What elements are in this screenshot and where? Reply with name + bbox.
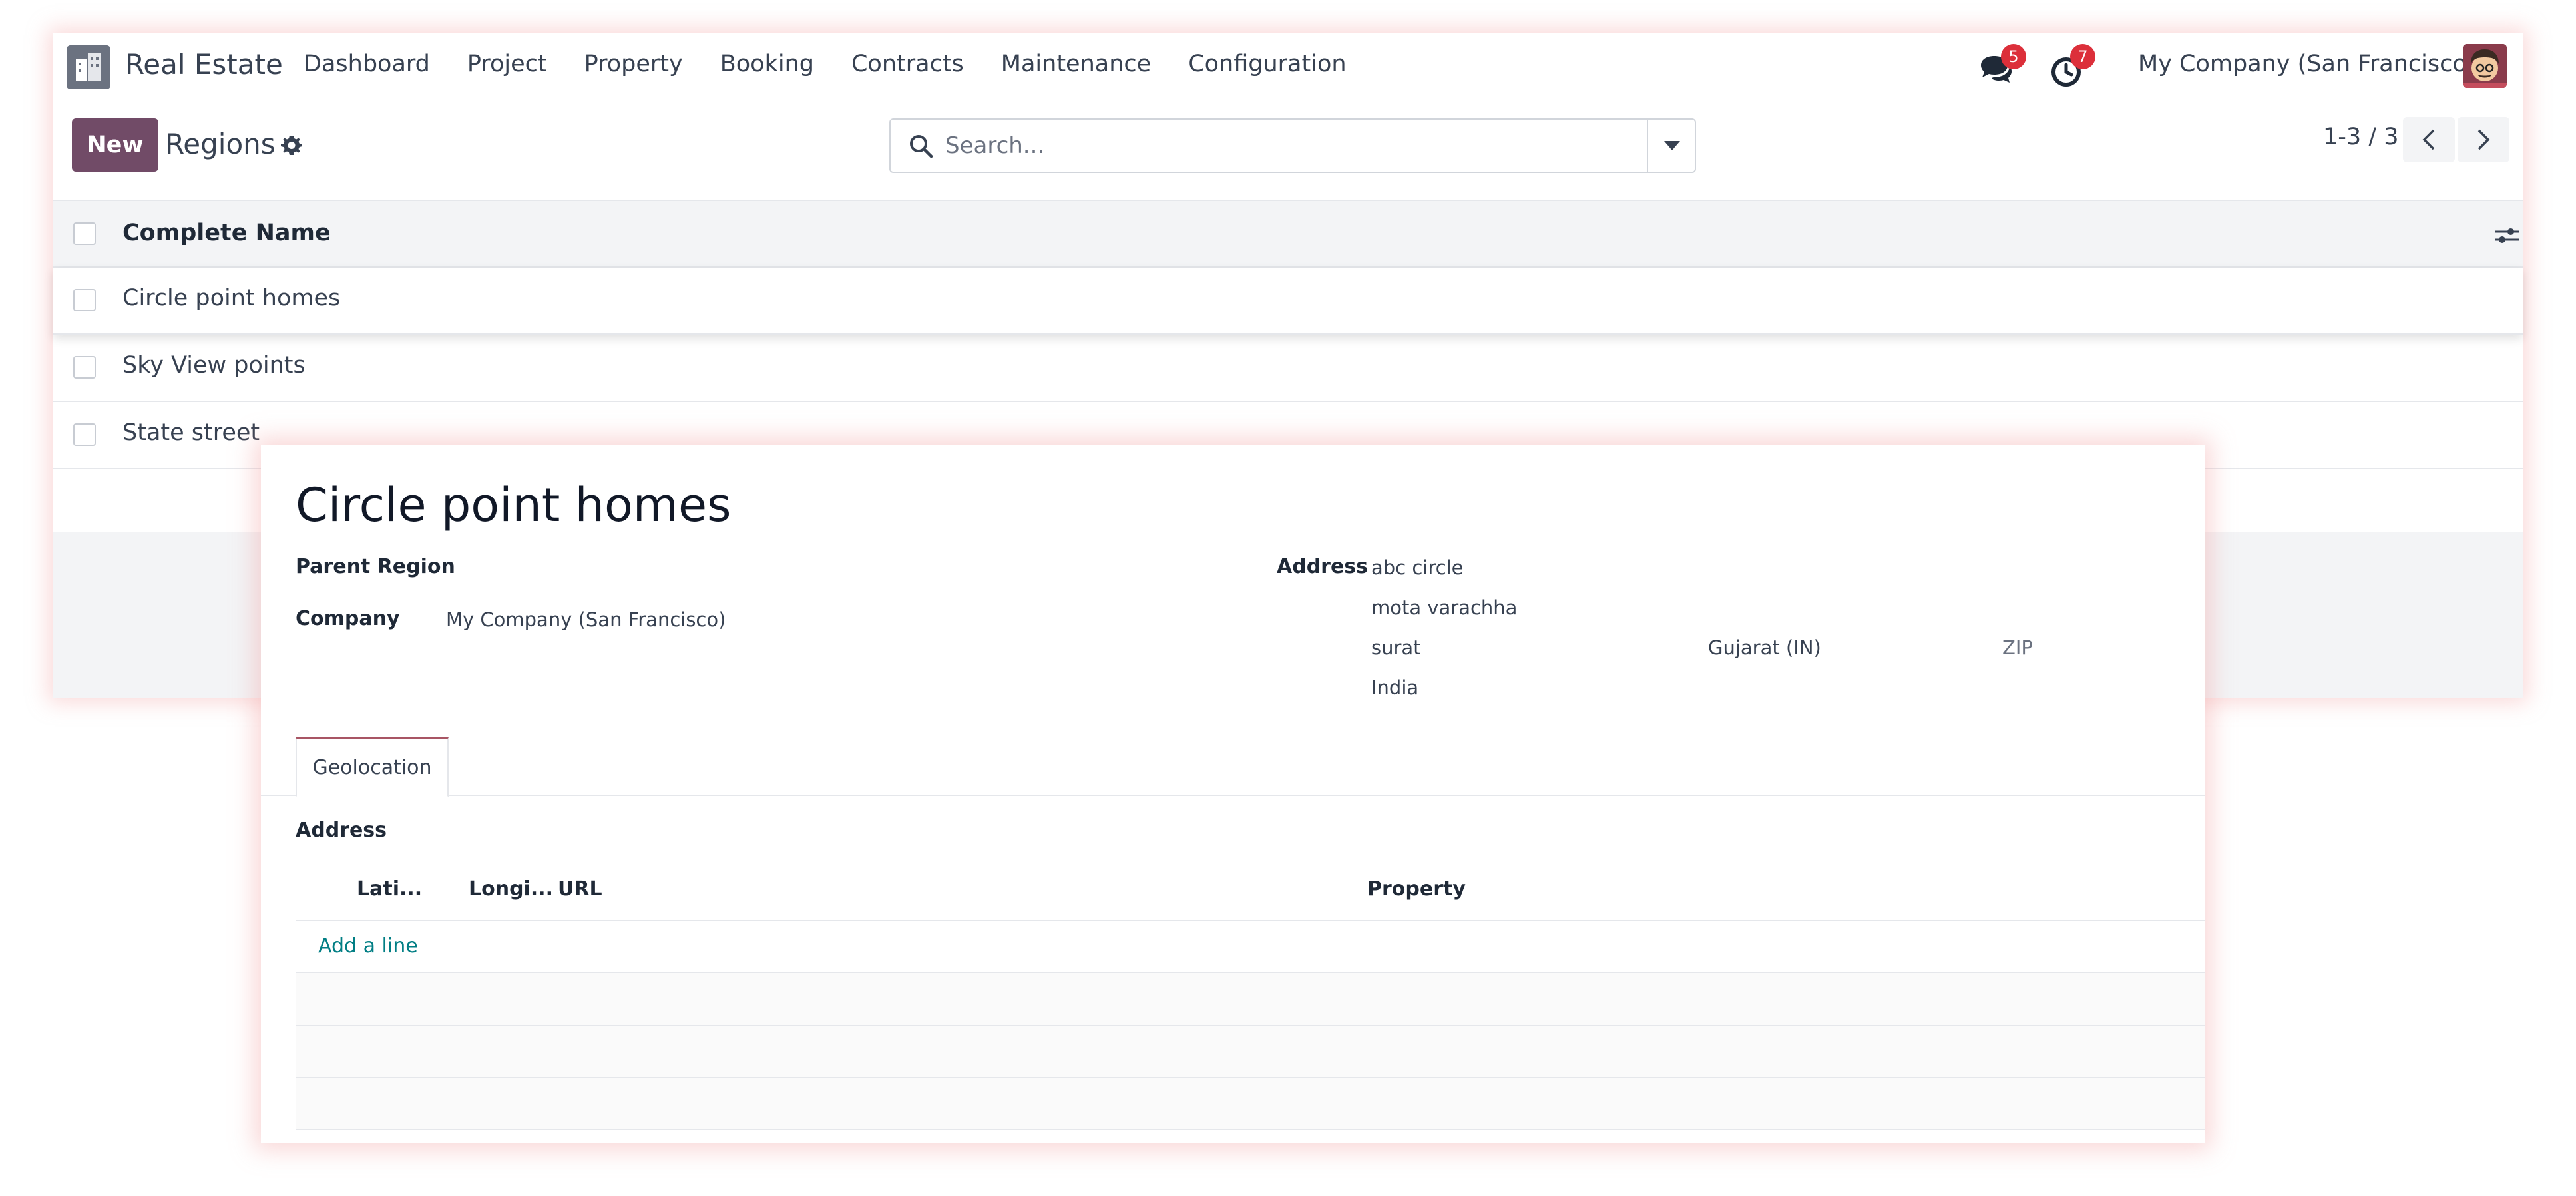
country-field[interactable]: India [1371,676,1418,699]
company-field[interactable]: My Company (San Francisco) [446,608,726,631]
chevron-right-icon [2477,129,2490,150]
gear-icon[interactable] [280,133,304,157]
menu-item-project[interactable]: Project [467,51,547,77]
clock-icon[interactable]: 7 [2049,44,2095,89]
tab-geolocation[interactable]: Geolocation [296,737,449,797]
menu-item-configuration[interactable]: Configuration [1188,51,1346,77]
search-options-toggle[interactable] [1647,120,1695,172]
column-header-latitude[interactable]: Lati... [357,877,422,900]
select-all-checkbox[interactable] [73,222,96,245]
column-header-property[interactable]: Property [1367,877,1466,900]
menu-item-maintenance[interactable]: Maintenance [1001,51,1151,77]
street-field[interactable]: abc circle [1371,556,1463,579]
table-row[interactable]: Circle point homes [53,268,2523,335]
column-header-complete-name[interactable]: Complete Name [122,220,331,246]
notebook-tabs: Geolocation [261,737,2205,797]
row-name[interactable]: State street [122,419,260,446]
pager-value[interactable]: 1-3 / 3 [2323,124,2398,150]
menu-item-property[interactable]: Property [584,51,683,77]
section-address-label: Address [296,819,387,842]
pager-next-button[interactable] [2458,117,2509,162]
search-icon [908,133,935,160]
main-menu: Dashboard Project Property Booking Contr… [304,51,1347,77]
activities-badge: 7 [2070,44,2095,69]
new-button[interactable]: New [72,118,158,172]
column-header-longitude[interactable]: Longi... [469,877,553,900]
table-row[interactable]: Sky View points [53,335,2523,402]
chevron-left-icon [2422,129,2435,150]
menu-item-contracts[interactable]: Contracts [851,51,964,77]
row-name[interactable]: Circle point homes [122,285,340,311]
breadcrumb: Regions [165,128,276,160]
company-switcher[interactable]: My Company (San Francisco) [2138,51,2475,77]
column-header-url[interactable]: URL [558,877,602,900]
row-checkbox[interactable] [73,356,96,379]
street2-field[interactable]: mota varachha [1371,596,1517,619]
menu-item-booking[interactable]: Booking [720,51,814,77]
empty-grid-row [296,973,2205,1025]
city-field[interactable]: surat [1371,636,1421,659]
grid-divider [296,920,2205,921]
add-line-link[interactable]: Add a line [318,934,418,958]
record-title[interactable]: Circle point homes [296,478,732,532]
avatar[interactable] [2463,44,2507,88]
state-field[interactable]: Gujarat (IN) [1708,636,1821,659]
column-options-icon[interactable] [2493,224,2520,248]
empty-grid-row [296,1026,2205,1078]
search-bar [889,118,1696,173]
company-label: Company [296,607,400,630]
row-name[interactable]: Sky View points [122,352,306,379]
zip-field[interactable]: ZIP [2002,636,2033,659]
app-name[interactable]: Real Estate [125,48,283,81]
empty-grid-row [296,1078,2205,1130]
chat-icon[interactable]: 5 [1977,44,2026,89]
grid-divider [296,1129,2205,1130]
top-navbar: Real Estate Dashboard Project Property B… [53,33,2523,100]
pager-previous-button[interactable] [2403,117,2455,162]
row-checkbox[interactable] [73,423,96,446]
search-input[interactable] [945,129,1611,162]
parent-region-label: Parent Region [296,555,455,578]
caret-down-icon [1664,141,1680,150]
menu-item-dashboard[interactable]: Dashboard [304,51,430,77]
row-checkbox[interactable] [73,289,96,311]
app-building-icon[interactable] [67,45,110,89]
list-header: Complete Name [53,200,2523,268]
region-form-popup: Circle point homes Parent Region Company… [261,445,2205,1143]
address-label: Address [1277,555,1369,578]
messages-badge: 5 [2001,44,2026,69]
